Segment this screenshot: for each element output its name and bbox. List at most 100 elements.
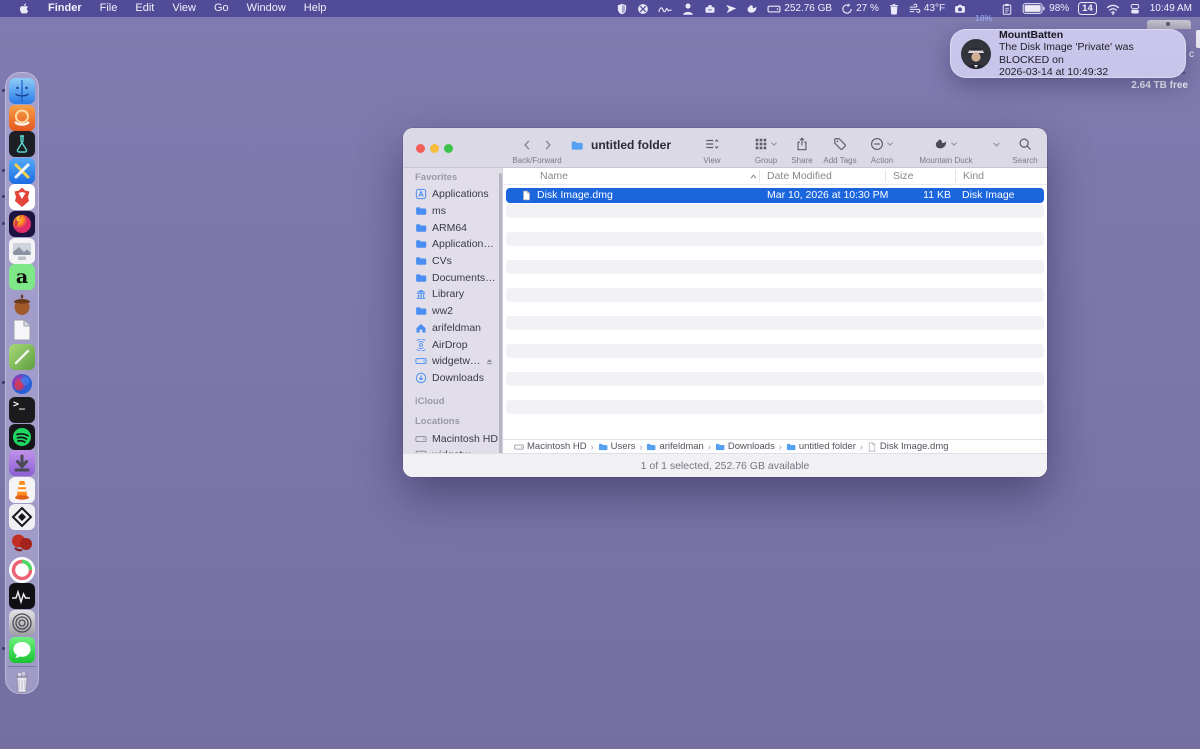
column-date-modified[interactable]: Date Modified: [767, 170, 832, 182]
loop-status-item[interactable]: 27 %: [841, 0, 879, 17]
sidebar-item-library[interactable]: Library: [415, 286, 502, 303]
trash-status-item[interactable]: [888, 3, 900, 15]
sidebar-item-widgetw-disk[interactable]: widgetw…: [415, 353, 502, 370]
notification-banner[interactable]: MountBatten The Disk Image 'Private' was…: [950, 29, 1186, 78]
disk-space-status-item[interactable]: 252.76 GB: [767, 0, 832, 17]
clock[interactable]: 10:49 AM: [1150, 0, 1192, 17]
apple-menu[interactable]: [10, 2, 39, 15]
dock-photos-app-icon[interactable]: [9, 237, 35, 264]
dock-acorn-icon[interactable]: [9, 291, 35, 317]
weather-status-item[interactable]: 43°F: [909, 0, 945, 17]
dock-running-dot: [2, 89, 5, 92]
sidebar-item-applications[interactable]: Applications: [415, 186, 502, 203]
path-item-downloads[interactable]: Downloads: [715, 441, 775, 452]
folder-icon: [598, 442, 608, 452]
sidebar-item-application[interactable]: Application…: [415, 236, 502, 253]
dock-trash-icon[interactable]: [9, 669, 35, 695]
menu-finder[interactable]: Finder: [39, 0, 91, 17]
dock-activity-ring-app-icon[interactable]: [9, 556, 35, 583]
path-item-macintosh-hd[interactable]: Macintosh HD: [514, 441, 587, 452]
sidebar-item-macintosh-hd[interactable]: Macintosh HD: [415, 430, 502, 447]
menu-go[interactable]: Go: [205, 0, 238, 17]
back-button[interactable]: [517, 135, 536, 154]
sidebar-item-downloads[interactable]: Downloads: [415, 370, 502, 387]
toolbar-overflow-button[interactable]: [988, 134, 1004, 154]
action-button[interactable]: [867, 134, 897, 154]
camera-status-item[interactable]: [954, 3, 966, 15]
column-divider[interactable]: [759, 170, 760, 182]
view-button[interactable]: [699, 134, 725, 154]
sidebar-item-arifeldman[interactable]: arifeldman: [415, 320, 502, 337]
list-row-stripe: [506, 204, 1044, 218]
column-divider[interactable]: [885, 170, 886, 182]
sidebar-scrollbar[interactable]: [499, 173, 502, 458]
menu-edit[interactable]: Edit: [126, 0, 163, 17]
sidebar-item-airdrop[interactable]: AirDrop: [415, 336, 502, 353]
folder-icon: [569, 139, 585, 152]
clipboard-status-item[interactable]: [1001, 3, 1013, 15]
minimize-button[interactable]: [430, 143, 439, 153]
battery-icon: [1022, 3, 1046, 14]
zoom-button[interactable]: [444, 143, 453, 153]
add-tags-button[interactable]: [829, 134, 851, 154]
dock-diamond-app-icon[interactable]: [9, 503, 35, 530]
wifi-status-item[interactable]: [1106, 2, 1120, 16]
fan-status-item[interactable]: [637, 3, 649, 15]
cpu-status-item[interactable]: CPU 18%: [975, 0, 992, 27]
dock-boxing-gloves-icon[interactable]: [9, 530, 35, 556]
path-item-arifeldman[interactable]: arifeldman: [646, 441, 704, 452]
dock-brave-icon[interactable]: [9, 184, 35, 211]
close-button[interactable]: [416, 143, 425, 153]
dock-spotify-icon[interactable]: [9, 423, 35, 450]
window-title-text: untitled folder: [591, 138, 671, 152]
column-name[interactable]: Name: [540, 170, 568, 182]
dock-flask-app-icon[interactable]: [9, 131, 35, 158]
drawer-status-item[interactable]: [704, 3, 716, 15]
column-size[interactable]: Size: [893, 170, 913, 182]
dock-activity-monitor-icon[interactable]: [9, 583, 35, 610]
person-status-item[interactable]: [681, 2, 695, 16]
dock-fingerprint-app-icon[interactable]: [9, 610, 35, 636]
dock-messages-icon[interactable]: [9, 636, 35, 663]
search-button[interactable]: [1015, 134, 1035, 154]
menu-window[interactable]: Window: [238, 0, 295, 17]
calendar-date-badge[interactable]: 14: [1078, 2, 1097, 15]
stack-status-item[interactable]: [1129, 3, 1141, 15]
dock-firefox-icon[interactable]: [9, 211, 35, 237]
dock-vlc-icon[interactable]: [9, 477, 35, 503]
path-item-untitled-folder[interactable]: untitled folder: [786, 441, 856, 452]
sidebar-item-cvs[interactable]: CVs: [415, 253, 502, 270]
column-kind[interactable]: Kind: [963, 170, 984, 182]
sidebar-item-ms[interactable]: ms: [415, 203, 502, 220]
plane-status-item[interactable]: [725, 3, 737, 15]
forward-button[interactable]: [538, 135, 557, 154]
dock-green-editor-icon[interactable]: [9, 344, 35, 370]
shield-status-item[interactable]: [616, 3, 628, 15]
sidebar-item-arm64[interactable]: ARM64: [415, 219, 502, 236]
dock-green-a-app-icon[interactable]: a: [9, 264, 35, 291]
battery-status-item[interactable]: 98%: [1022, 0, 1069, 17]
group-button[interactable]: [751, 134, 781, 154]
signature-status-item[interactable]: [658, 2, 672, 16]
dock-libreoffice-icon[interactable]: [9, 317, 35, 343]
menu-file[interactable]: File: [91, 0, 127, 17]
sidebar-item-ww2[interactable]: ww2: [415, 303, 502, 320]
dock-tools-app-icon[interactable]: [9, 157, 35, 184]
dmg-file-icon: [521, 190, 532, 201]
share-button[interactable]: [791, 134, 813, 154]
file-row-disk-image-dmg[interactable]: Disk Image.dmg Mar 10, 2026 at 10:30 PM …: [506, 188, 1044, 203]
menu-view[interactable]: View: [163, 0, 205, 17]
sidebar-item-documents[interactable]: Documents…: [415, 269, 502, 286]
dock-orange-smile-app-icon[interactable]: [9, 104, 35, 131]
dock-color-swirl-app-icon[interactable]: [9, 371, 35, 397]
duck-status-item[interactable]: [746, 3, 758, 15]
dock-downloader-app-icon[interactable]: [9, 450, 35, 477]
path-item-disk-image-dmg[interactable]: Disk Image.dmg: [867, 441, 949, 452]
column-divider[interactable]: [955, 170, 956, 182]
dock-terminal-icon[interactable]: >_: [9, 397, 35, 424]
mountain-duck-button[interactable]: [930, 134, 962, 154]
path-item-users[interactable]: Users: [598, 441, 635, 452]
eject-icon[interactable]: [485, 357, 494, 366]
menu-help[interactable]: Help: [295, 0, 336, 17]
dock-finder-icon[interactable]: [9, 78, 35, 104]
